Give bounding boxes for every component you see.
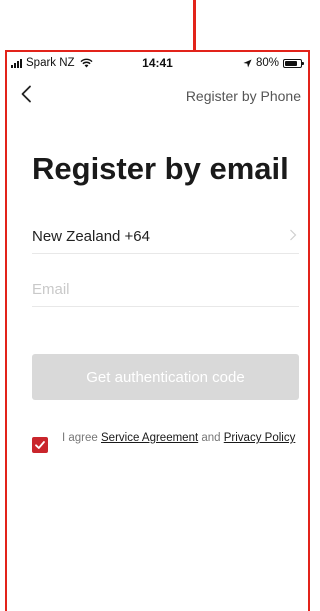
- battery-icon: [283, 58, 304, 68]
- privacy-policy-link[interactable]: Privacy Policy: [224, 432, 296, 444]
- battery-percent: 80%: [255, 57, 279, 69]
- status-right: 80%: [243, 57, 304, 69]
- phone-screen: Spark NZ 14:41 80% Register by Phone Reg…: [5, 50, 310, 611]
- location-arrow-icon: [243, 58, 252, 68]
- battery-fill: [285, 60, 297, 66]
- email-field[interactable]: [32, 272, 299, 307]
- page-title: Register by email: [32, 151, 289, 186]
- screenshot-canvas: Spark NZ 14:41 80% Register by Phone Reg…: [0, 0, 315, 611]
- service-agreement-link[interactable]: Service Agreement: [101, 432, 198, 444]
- agreement-conjunction: and: [198, 432, 224, 444]
- chevron-left-icon[interactable]: [17, 84, 37, 104]
- country-label: New Zealand +64: [32, 228, 150, 245]
- agreement-checkbox[interactable]: [32, 437, 48, 453]
- status-bar: Spark NZ 14:41 80%: [7, 52, 308, 74]
- get-authentication-code-button[interactable]: Get authentication code: [32, 354, 299, 400]
- chevron-right-icon: [290, 229, 297, 241]
- agreement-text: I agree Service Agreement and Privacy Po…: [62, 432, 302, 445]
- country-selector[interactable]: New Zealand +64: [32, 219, 299, 254]
- battery-nub: [302, 61, 304, 65]
- agreement-prefix: I agree: [62, 432, 101, 444]
- register-by-phone-link[interactable]: Register by Phone: [186, 88, 301, 104]
- checkmark-icon: [35, 441, 45, 449]
